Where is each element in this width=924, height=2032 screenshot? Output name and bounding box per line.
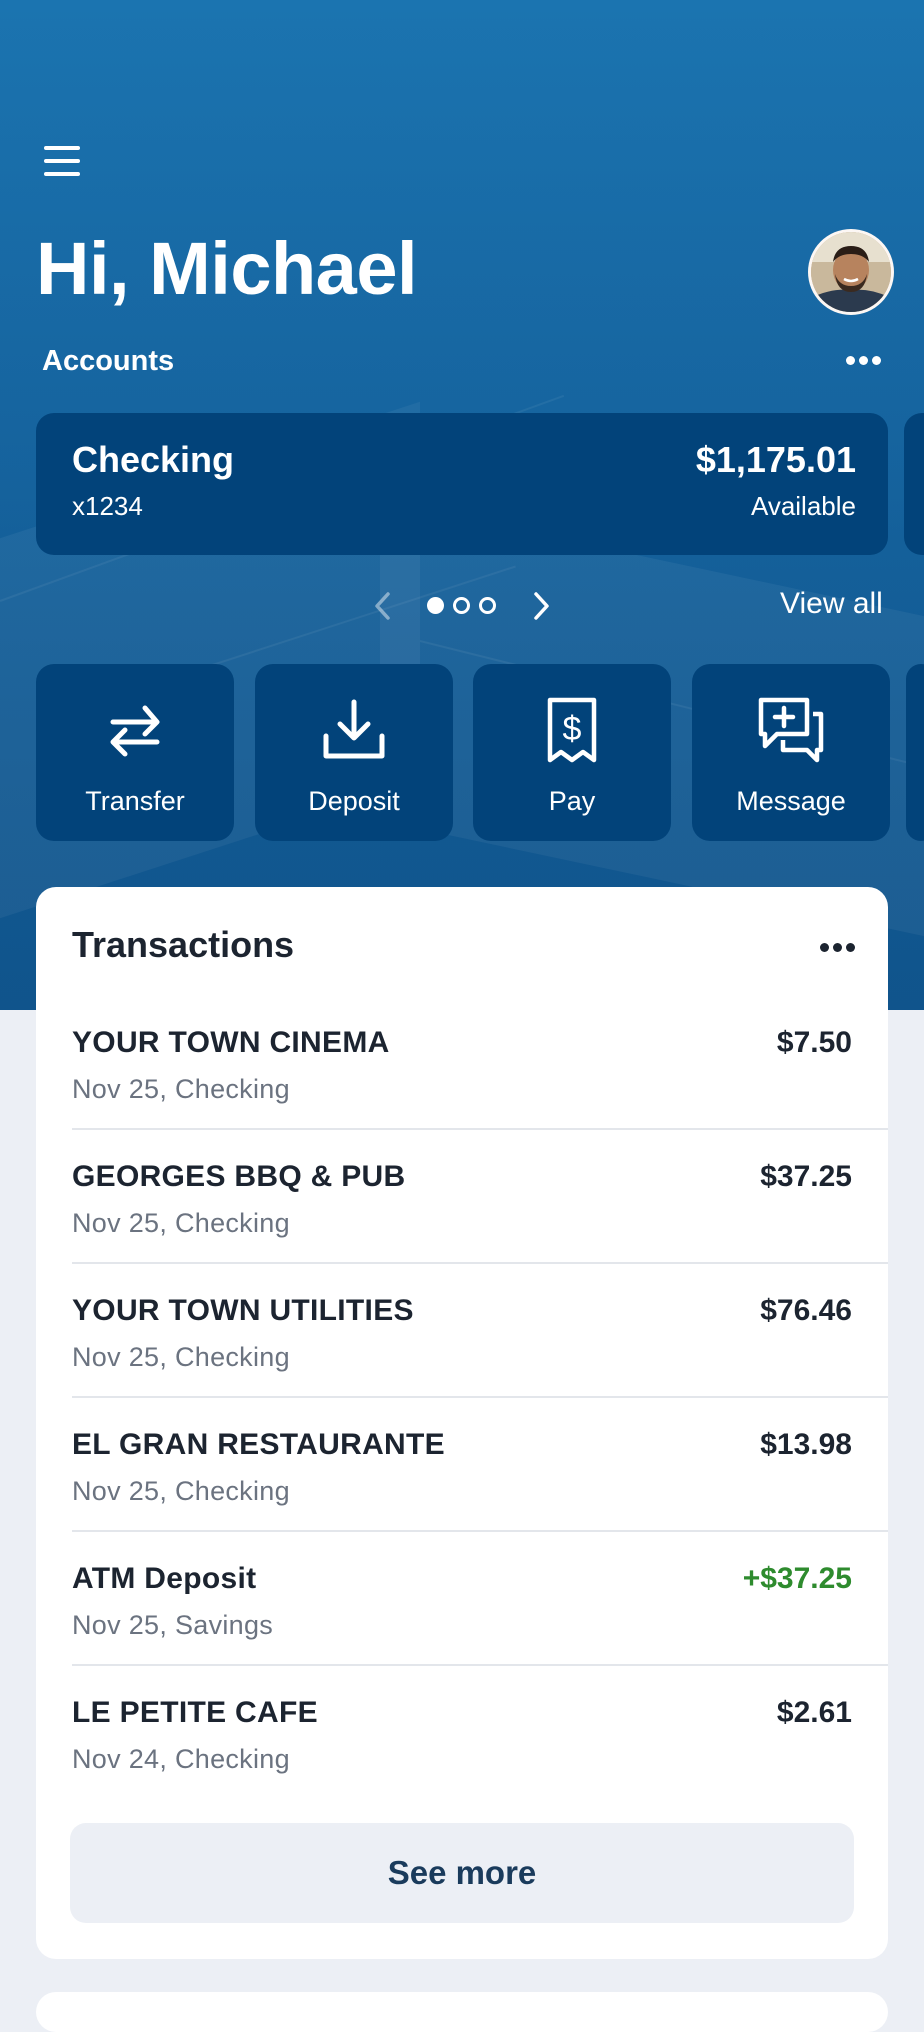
transaction-name: EL GRAN RESTAURANTE bbox=[72, 1428, 445, 1461]
account-number: x1234 bbox=[72, 491, 143, 521]
page-dot bbox=[479, 597, 496, 614]
avatar-photo-icon bbox=[811, 232, 891, 312]
greeting-title: Hi, Michael bbox=[36, 227, 418, 310]
transaction-amount: $76.46 bbox=[760, 1294, 852, 1327]
transactions-card: Transactions YOUR TOWN CINEMA Nov 25, Ch… bbox=[36, 887, 888, 1959]
pay-button[interactable]: $ Pay bbox=[473, 664, 671, 841]
message-label: Message bbox=[736, 786, 846, 816]
transaction-amount-credit: +$37.25 bbox=[742, 1562, 852, 1595]
transaction-row[interactable]: ATM Deposit Nov 25, Savings +$37.25 bbox=[72, 1530, 888, 1666]
transaction-detail: Nov 25, Checking bbox=[72, 1476, 290, 1506]
transaction-name: ATM Deposit bbox=[72, 1562, 257, 1595]
transaction-name: LE PETITE CAFE bbox=[72, 1696, 318, 1729]
transaction-detail: Nov 24, Checking bbox=[72, 1744, 290, 1774]
account-name: Checking bbox=[72, 439, 235, 480]
chevron-left-icon[interactable] bbox=[368, 588, 398, 624]
chevron-right-icon[interactable] bbox=[526, 588, 556, 624]
transaction-row[interactable]: LE PETITE CAFE Nov 24, Checking $2.61 bbox=[72, 1664, 888, 1798]
page-dot bbox=[453, 597, 470, 614]
next-account-card-peek[interactable] bbox=[904, 413, 924, 555]
pay-label: Pay bbox=[548, 786, 596, 816]
transaction-name: YOUR TOWN UTILITIES bbox=[72, 1294, 414, 1327]
svg-text:$: $ bbox=[563, 710, 582, 748]
deposit-label: Deposit bbox=[308, 786, 400, 816]
transaction-detail: Nov 25, Checking bbox=[72, 1208, 290, 1238]
account-balance-label: Available bbox=[750, 491, 856, 521]
pay-bill-icon: $ bbox=[536, 694, 608, 766]
transaction-amount: $7.50 bbox=[776, 1026, 852, 1059]
page-dot-active bbox=[427, 597, 444, 614]
checking-account-card[interactable]: Checking x1234 $1,175.01 Available bbox=[36, 413, 888, 555]
transaction-row[interactable]: EL GRAN RESTAURANTE Nov 25, Checking $13… bbox=[72, 1396, 888, 1532]
deposit-icon bbox=[318, 694, 390, 766]
transaction-amount: $37.25 bbox=[760, 1160, 852, 1193]
message-icon bbox=[755, 694, 827, 766]
next-action-peek[interactable] bbox=[906, 664, 924, 841]
transaction-row[interactable]: GEORGES BBQ & PUB Nov 25, Checking $37.2… bbox=[72, 1128, 888, 1264]
transaction-amount: $2.61 bbox=[776, 1696, 852, 1729]
accounts-more-options-icon[interactable] bbox=[846, 352, 886, 372]
transaction-row[interactable]: YOUR TOWN UTILITIES Nov 25, Checking $76… bbox=[72, 1262, 888, 1398]
transfer-icon bbox=[99, 694, 171, 766]
transaction-detail: Nov 25, Savings bbox=[72, 1610, 274, 1640]
account-balance: $1,175.01 bbox=[695, 439, 856, 480]
transaction-detail: Nov 25, Checking bbox=[72, 1342, 290, 1372]
transaction-detail: Nov 25, Checking bbox=[72, 1074, 290, 1104]
view-all-accounts-link[interactable]: View all bbox=[780, 587, 883, 621]
transactions-title: Transactions bbox=[72, 924, 295, 965]
transaction-name: YOUR TOWN CINEMA bbox=[72, 1026, 390, 1059]
message-button[interactable]: Message bbox=[692, 664, 890, 841]
transfer-button[interactable]: Transfer bbox=[36, 664, 234, 841]
transaction-amount: $13.98 bbox=[760, 1428, 852, 1461]
carousel-page-indicator bbox=[425, 597, 500, 615]
transaction-row[interactable]: YOUR TOWN CINEMA Nov 25, Checking $7.50 bbox=[72, 994, 888, 1130]
accounts-section-label: Accounts bbox=[42, 345, 175, 377]
transfer-label: Transfer bbox=[85, 786, 185, 816]
avatar[interactable] bbox=[808, 229, 894, 315]
deposit-button[interactable]: Deposit bbox=[255, 664, 453, 841]
transactions-more-options-icon[interactable] bbox=[820, 939, 860, 953]
transaction-name: GEORGES BBQ & PUB bbox=[72, 1160, 406, 1193]
hamburger-menu-icon[interactable] bbox=[44, 146, 80, 176]
see-more-button[interactable]: See more bbox=[70, 1823, 854, 1923]
next-section-card bbox=[36, 1992, 888, 2032]
